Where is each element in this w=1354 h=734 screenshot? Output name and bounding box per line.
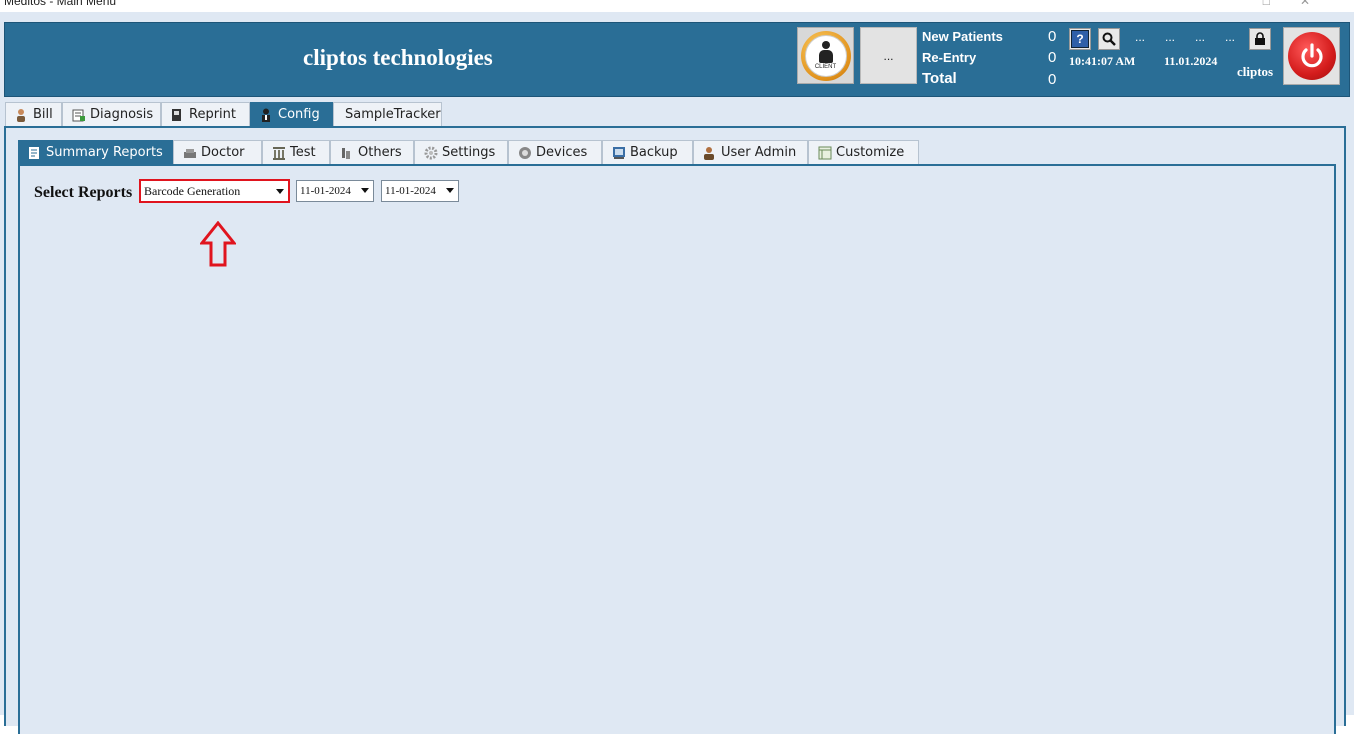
backup-icon: [612, 146, 625, 160]
tab-diagnosis[interactable]: Diagnosis: [62, 102, 161, 126]
doctor-icon: [183, 146, 196, 160]
person-icon: [15, 108, 27, 122]
subtab-test-label: Test: [290, 145, 316, 160]
subtab-settings[interactable]: Settings: [414, 140, 508, 164]
lock-button[interactable]: [1249, 28, 1271, 50]
power-button[interactable]: [1283, 27, 1340, 85]
chevron-down-icon: [361, 188, 369, 193]
report-type-value: Barcode Generation: [144, 183, 241, 198]
clock-time: 10:41:07 AM: [1069, 54, 1136, 68]
subtab-user-admin[interactable]: User Admin: [693, 140, 808, 164]
from-date-value: 11-01-2024: [300, 185, 351, 197]
subtab-backup-label: Backup: [630, 145, 678, 160]
chevron-down-icon: [446, 188, 454, 193]
summary-reports-panel: Select Reports Barcode Generation 11-01-…: [18, 164, 1336, 734]
more-button[interactable]: ...: [860, 27, 917, 84]
report-icon: [28, 146, 40, 160]
new-patients-count: 0: [1048, 28, 1057, 45]
subtab-summary-reports-label: Summary Reports: [46, 145, 163, 160]
current-date: 11.01.2024: [1164, 54, 1218, 68]
select-reports-label: Select Reports: [34, 184, 133, 201]
customize-icon: [818, 146, 832, 160]
status-ellipsis-3: ...: [1195, 30, 1206, 44]
help-button[interactable]: ?: [1069, 28, 1091, 50]
client-button[interactable]: CLIENT: [797, 27, 854, 84]
tab-diagnosis-label: Diagnosis: [90, 107, 154, 122]
to-date-value: 11-01-2024: [385, 185, 436, 197]
subtab-doctor-label: Doctor: [201, 145, 245, 160]
to-date-picker[interactable]: 11-01-2024: [381, 180, 459, 202]
user-config-icon: [260, 108, 272, 122]
power-icon: [1287, 32, 1336, 80]
window-controls[interactable]: □✕: [1263, 0, 1340, 8]
report-type-select[interactable]: Barcode Generation: [139, 179, 290, 203]
test-icon: [272, 146, 285, 160]
window-titlebar: Meditos - Main Menu □✕: [0, 0, 1354, 12]
tab-sampletracker-label: SampleTracker: [345, 107, 441, 122]
total-label: Total: [922, 70, 957, 87]
client-icon: CLIENT: [800, 30, 851, 81]
search-icon: [1102, 32, 1116, 46]
window-title: Meditos - Main Menu: [4, 0, 117, 8]
lock-icon: [1255, 32, 1265, 45]
subtab-backup[interactable]: Backup: [602, 140, 693, 164]
new-patients-label: New Patients: [922, 29, 1003, 44]
tab-sampletracker[interactable]: SampleTracker: [333, 102, 442, 126]
subtab-others-label: Others: [358, 145, 402, 160]
status-ellipsis-2: ...: [1165, 30, 1176, 44]
tab-config-label: Config: [278, 107, 320, 122]
subtab-settings-label: Settings: [442, 145, 496, 160]
others-icon: [340, 146, 352, 160]
subtab-customize-label: Customize: [836, 145, 905, 160]
tab-bill[interactable]: Bill: [5, 102, 62, 126]
subtab-others[interactable]: Others: [330, 140, 414, 164]
tab-bill-label: Bill: [33, 107, 53, 122]
from-date-picker[interactable]: 11-01-2024: [296, 180, 374, 202]
printer-icon: [171, 108, 183, 122]
re-entry-count: 0: [1048, 49, 1057, 66]
device-icon: [518, 146, 531, 160]
subtab-user-admin-label: User Admin: [721, 145, 797, 160]
logged-in-user: cliptos: [1237, 64, 1274, 79]
user-admin-icon: [703, 146, 715, 160]
chevron-down-icon: [276, 189, 284, 194]
subtab-doctor[interactable]: Doctor: [173, 140, 262, 164]
status-ellipsis-4: ...: [1225, 30, 1236, 44]
subtab-customize[interactable]: Customize: [808, 140, 919, 164]
help-icon: ?: [1071, 30, 1089, 48]
gear-icon: [424, 146, 438, 160]
brand-title: cliptos technologies: [303, 45, 493, 70]
re-entry-label: Re-Entry: [922, 50, 977, 65]
tab-reprint[interactable]: Reprint: [161, 102, 250, 126]
app-window: cliptos technologies CLIENT ... New Pati…: [0, 12, 1354, 734]
subtab-test[interactable]: Test: [262, 140, 330, 164]
annotation-up-arrow-icon: [200, 221, 236, 267]
config-panel: Summary Reports Doctor Test Others Setti…: [4, 126, 1346, 734]
tab-reprint-label: Reprint: [189, 107, 236, 122]
tab-config[interactable]: Config: [250, 102, 333, 126]
subtab-summary-reports[interactable]: Summary Reports: [18, 140, 173, 164]
subtab-devices[interactable]: Devices: [508, 140, 602, 164]
subtab-devices-label: Devices: [536, 145, 588, 160]
app-header: cliptos technologies CLIENT ... New Pati…: [4, 22, 1350, 97]
status-ellipsis-1: ...: [1135, 30, 1146, 44]
search-button[interactable]: [1098, 28, 1120, 50]
total-count: 0: [1048, 71, 1057, 88]
diagnosis-icon: [72, 108, 85, 122]
